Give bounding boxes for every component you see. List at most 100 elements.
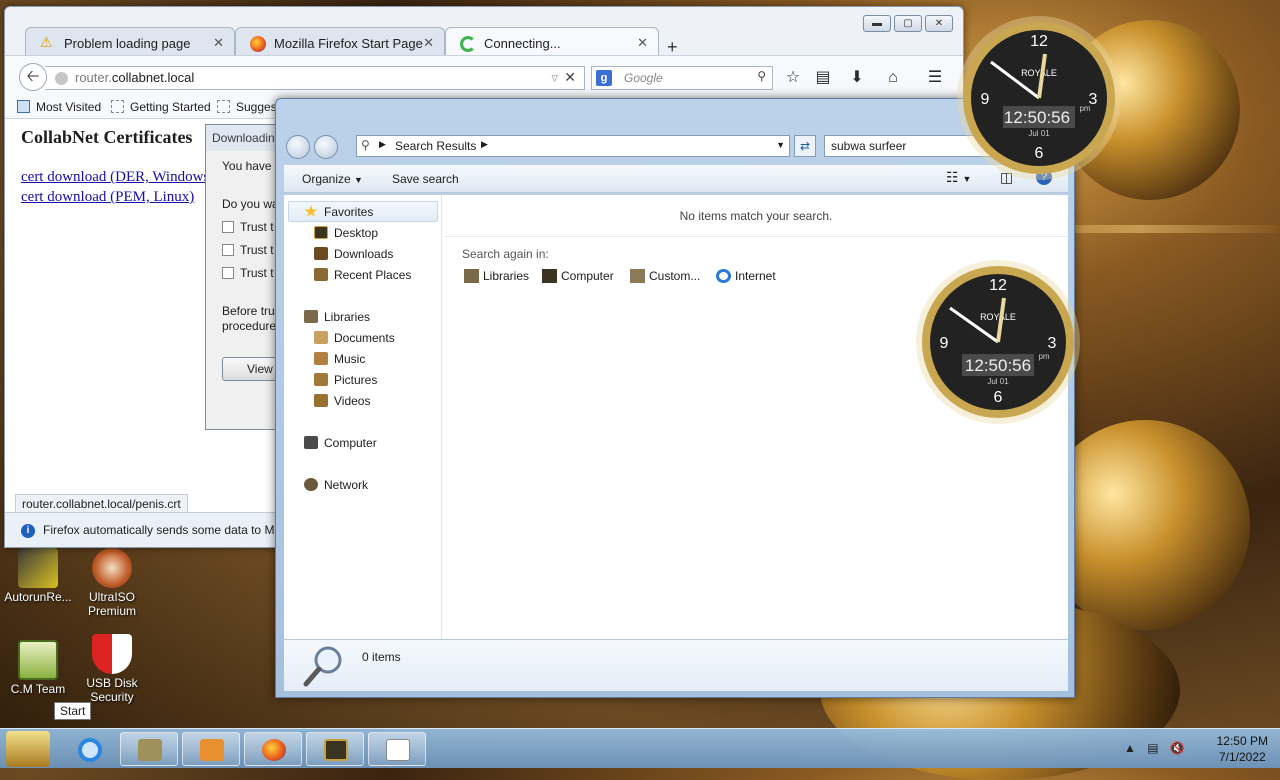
- checkbox[interactable]: [222, 267, 234, 279]
- url-bar[interactable]: router.collabnet.local ▿ ✕: [45, 66, 585, 90]
- desktop-icon-label: UltraISO Premium: [87, 590, 136, 618]
- reading-list-icon[interactable]: ▤: [813, 68, 833, 88]
- firefox-icon: [250, 36, 266, 52]
- chevron-down-icon[interactable]: ▼: [776, 140, 785, 150]
- tab-firefox-start[interactable]: Mozilla Firefox Start Page ✕: [235, 27, 445, 57]
- trust-checkbox-2[interactable]: Trust t: [222, 243, 274, 257]
- minimize-button[interactable]: ▬: [863, 15, 891, 32]
- organize-button[interactable]: Organize ▼: [302, 172, 363, 186]
- refresh-button[interactable]: ⇄: [794, 135, 816, 157]
- bookmark-getting-started[interactable]: Getting Started: [111, 100, 211, 114]
- tree-item-pictures[interactable]: Pictures: [314, 373, 377, 387]
- explorer-body: Favorites Desktop Downloads Recent Place…: [284, 195, 1068, 639]
- cert-pem-link[interactable]: cert download (PEM, Linux): [21, 189, 194, 206]
- internet-explorer-icon[interactable]: [78, 738, 102, 762]
- taskbar-firefox[interactable]: [244, 732, 302, 766]
- trust-checkbox-1[interactable]: Trust t: [222, 220, 274, 234]
- search-icon[interactable]: ⚲: [757, 69, 766, 83]
- tree-item-videos[interactable]: Videos: [314, 394, 370, 408]
- desktop-icon-cm-team[interactable]: C.M Team: [0, 640, 76, 696]
- desktop-icon-autorun[interactable]: AutorunRe...: [0, 548, 76, 604]
- clock-time: 12:50:56: [1004, 108, 1070, 127]
- dropdown-arrow-icon[interactable]: ▿: [551, 70, 558, 86]
- tree-item-network[interactable]: Network: [304, 478, 368, 492]
- most-visited-icon: [17, 100, 30, 113]
- tree-item-libraries[interactable]: Libraries: [304, 310, 370, 324]
- taskbar-media-player[interactable]: [182, 732, 240, 766]
- search-input[interactable]: g Google ⚲: [591, 66, 773, 90]
- computer-icon: [304, 436, 318, 449]
- search-again-internet[interactable]: Internet: [716, 269, 776, 283]
- firefox-icon: [262, 739, 286, 761]
- desktop-icon-ultraiso[interactable]: UltraISO Premium: [74, 548, 150, 618]
- taskbar-solitaire[interactable]: [368, 732, 426, 766]
- clock-numeral: 6: [1035, 145, 1044, 162]
- download-icon[interactable]: ⬇: [847, 68, 867, 88]
- dialog-question: Do you wa: [222, 197, 279, 211]
- maximize-button[interactable]: ▢: [894, 15, 922, 32]
- taskbar-display[interactable]: [306, 732, 364, 766]
- search-again-label: Computer: [561, 269, 614, 283]
- network-icon[interactable]: ▤: [1147, 741, 1158, 755]
- close-button[interactable]: ✕: [925, 15, 953, 32]
- breadcrumb[interactable]: Search Results: [395, 139, 476, 153]
- start-button[interactable]: [6, 731, 50, 767]
- clock-gadget-2[interactable]: 12 3 6 9 ROYALE 12:50:56 pm Jul 01: [914, 258, 1082, 426]
- checkbox[interactable]: [222, 221, 234, 233]
- back-button[interactable]: 🡠: [19, 63, 47, 91]
- taskbar-explorer[interactable]: [120, 732, 178, 766]
- start-tooltip: Start: [54, 702, 92, 720]
- cert-der-link[interactable]: cert download (DER, Windows): [21, 169, 214, 186]
- checkbox[interactable]: [222, 244, 234, 256]
- search-again-computer[interactable]: Computer: [542, 269, 614, 283]
- tab-label: Mozilla Firefox Start Page: [274, 36, 423, 51]
- downloads-folder-icon: [314, 247, 328, 260]
- tree-item-documents[interactable]: Documents: [314, 331, 395, 345]
- tree-item-desktop[interactable]: Desktop: [314, 226, 378, 240]
- libraries-icon: [464, 269, 479, 283]
- tab-label: Problem loading page: [64, 36, 191, 51]
- desktop-icon-label: C.M Team: [10, 682, 66, 696]
- bookmark-most-visited[interactable]: Most Visited: [17, 100, 101, 114]
- save-search-button[interactable]: Save search: [392, 172, 459, 186]
- bookmark-suggest[interactable]: Suggest: [217, 100, 280, 114]
- tab-problem-loading[interactable]: ⚠ Problem loading page ✕: [25, 27, 235, 57]
- tab-connecting[interactable]: Connecting... ✕: [445, 27, 659, 57]
- address-bar[interactable]: ⚲ ▶ Search Results ▶ ▼: [356, 135, 790, 157]
- back-button[interactable]: [286, 135, 310, 159]
- clock-brand: ROYALE: [1021, 68, 1057, 78]
- tab-label: Connecting...: [484, 36, 561, 51]
- chevron-right-icon[interactable]: ▶: [481, 139, 488, 150]
- custom-folder-icon: [630, 269, 645, 283]
- star-icon: [304, 205, 318, 217]
- close-icon[interactable]: ✕: [423, 35, 434, 51]
- trust-checkbox-3[interactable]: Trust t: [222, 266, 274, 280]
- clock-date: Jul 01: [987, 377, 1009, 386]
- tree-item-music[interactable]: Music: [314, 352, 365, 366]
- desktop-icon-usb-disk-security[interactable]: USB Disk Security: [74, 634, 150, 704]
- page-title: CollabNet Certificates: [21, 127, 193, 147]
- stop-icon[interactable]: ✕: [564, 69, 576, 86]
- clock-ampm: pm: [1079, 104, 1090, 113]
- home-icon[interactable]: ⌂: [883, 68, 903, 88]
- bookmark-star-icon[interactable]: ☆: [783, 68, 803, 88]
- clock-gadget-1[interactable]: 12 3 6 9 ROYALE 12:50:56 pm Jul 01: [955, 14, 1123, 182]
- tree-item-favorites[interactable]: Favorites: [304, 205, 373, 219]
- tree-item-recent-places[interactable]: Recent Places: [314, 268, 411, 282]
- clock-display[interactable]: 12:50 PM 7/1/2022: [1217, 733, 1268, 765]
- close-icon[interactable]: ✕: [213, 35, 224, 51]
- search-again-libraries[interactable]: Libraries: [464, 269, 529, 283]
- tree-item-downloads[interactable]: Downloads: [314, 247, 393, 261]
- forward-button[interactable]: [314, 135, 338, 159]
- tree-item-computer[interactable]: Computer: [304, 436, 377, 450]
- search-again-custom[interactable]: Custom...: [630, 269, 700, 283]
- view-options-icon[interactable]: ☷ ▼: [946, 169, 971, 186]
- close-icon[interactable]: ✕: [637, 35, 648, 51]
- show-hidden-icons-icon[interactable]: ▲: [1124, 741, 1136, 755]
- volume-muted-icon[interactable]: 🔇: [1170, 741, 1185, 755]
- chevron-right-icon[interactable]: ▶: [379, 139, 386, 150]
- search-again-label: Custom...: [649, 269, 701, 283]
- documents-icon: [314, 331, 328, 344]
- trust-label: Trust t: [240, 243, 274, 257]
- menu-icon[interactable]: ☰: [925, 68, 945, 88]
